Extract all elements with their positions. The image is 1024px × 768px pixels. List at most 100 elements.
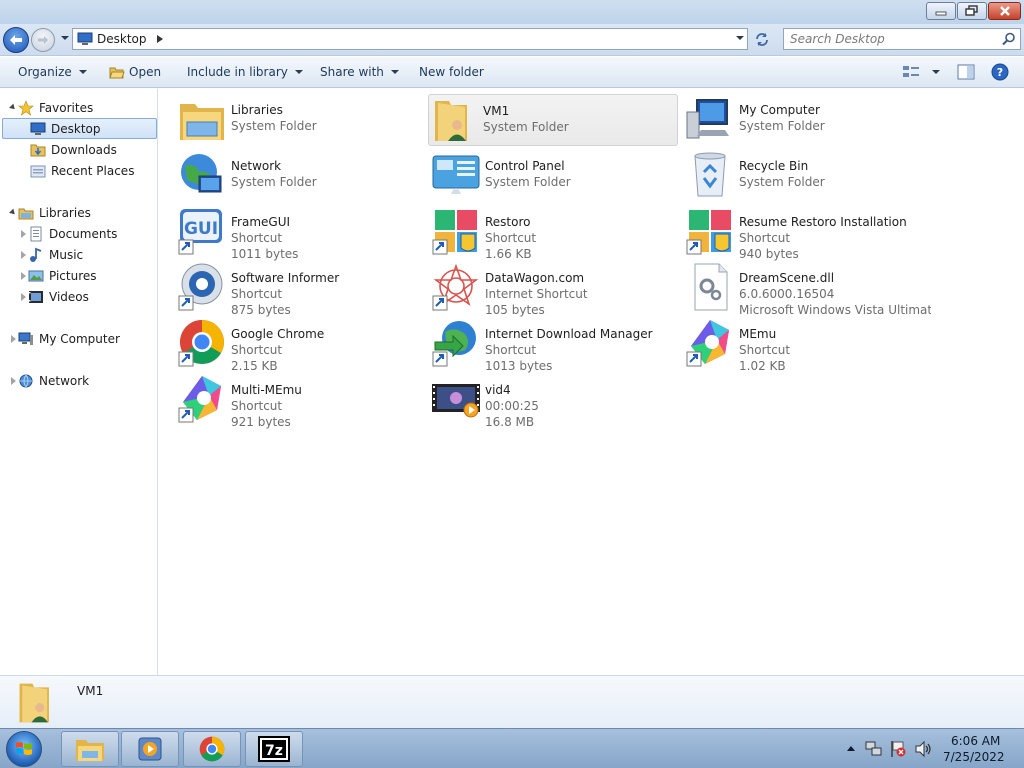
item-dreamscene-dll[interactable]: DreamScene.dll 6.0.6000.16504 Microsoft Wi… (685, 262, 933, 317)
nav-downloads-label: Downloads (51, 142, 117, 157)
expand-arrow-icon[interactable] (18, 229, 28, 238)
expand-arrow-icon[interactable] (8, 376, 18, 385)
nav-libraries[interactable]: Libraries (8, 202, 166, 223)
address-dropdown[interactable] (733, 36, 744, 40)
taskbar-chrome-button[interactable] (183, 731, 241, 767)
nav-favorites[interactable]: Favorites (8, 97, 166, 118)
clock-date[interactable]: 7/25/2022 (943, 750, 1005, 764)
show-hidden-icons-icon[interactable] (846, 744, 856, 752)
item-size: 16.8 MB (485, 415, 535, 429)
new-folder-button[interactable]: New folder (419, 65, 484, 79)
preview-pane-button[interactable] (957, 64, 975, 80)
music-icon (30, 247, 42, 262)
expand-arrow-icon[interactable] (8, 103, 18, 112)
7zip-icon: 7z (258, 736, 290, 762)
item-type: System Folder (485, 175, 571, 189)
breadcrumb-arrow-icon[interactable] (156, 35, 163, 43)
recent-pages-dropdown[interactable] (58, 36, 69, 40)
item-recycle-bin[interactable]: Recycle Bin System Folder (685, 150, 933, 202)
expand-arrow-icon[interactable] (8, 334, 18, 343)
item-vm1[interactable]: VM1 System Folder (428, 94, 678, 146)
svg-text:GUI: GUI (184, 219, 218, 239)
nav-music[interactable]: Music (18, 244, 176, 265)
item-datawagon[interactable]: DataWagon.com Internet Shortcut 105 bytes (431, 262, 679, 317)
nav-my-computer[interactable]: My Computer (8, 328, 166, 349)
dll-icon (694, 263, 728, 311)
item-resume-restoro-installation[interactable]: Resume Restoro Installation Shortcut 940 b… (685, 206, 933, 261)
item-google-chrome[interactable]: Google Chrome Shortcut 2.15 KB (177, 318, 425, 373)
search-box[interactable] (783, 28, 1021, 50)
open-folder-icon (109, 67, 125, 79)
taskbar-media-player-button[interactable] (121, 731, 179, 767)
gui-icon: GUI (178, 209, 222, 255)
computer-icon (686, 99, 729, 139)
details-item-name: VM1 (77, 684, 104, 698)
item-size: 875 bytes (231, 303, 291, 317)
libraries-icon (180, 104, 224, 140)
share-with-button[interactable]: Share with (320, 65, 399, 79)
address-field[interactable]: Desktop (72, 28, 748, 50)
item-size: 921 bytes (231, 415, 291, 429)
start-button[interactable] (6, 731, 42, 767)
navigation-pane: Favorites Desktop Downloads Recent Place… (0, 89, 158, 675)
action-center-flag-icon[interactable] (889, 740, 907, 758)
help-button[interactable]: ? (991, 63, 1009, 81)
change-view-button[interactable] (902, 64, 940, 80)
expand-arrow-icon[interactable] (18, 292, 28, 301)
memu-icon (178, 376, 221, 423)
desktop-icon (77, 32, 93, 45)
item-my-computer[interactable]: My Computer System Folder (685, 94, 933, 146)
command-bar: Organize Open Include in library Share w… (0, 57, 1024, 88)
item-size: 2.15 KB (231, 359, 278, 373)
item-framegui[interactable]: GUI FrameGUI Shortcut 1011 bytes (177, 206, 425, 261)
nav-videos[interactable]: Videos (18, 286, 176, 307)
organize-button[interactable]: Organize (18, 65, 87, 79)
item-multi-memu[interactable]: Multi-MEmu Shortcut 921 bytes (177, 374, 425, 429)
item-name: Control Panel (485, 159, 565, 173)
taskbar-explorer-button[interactable] (61, 731, 119, 767)
item-vid4[interactable]: vid4 00:00:25 16.8 MB (431, 374, 679, 429)
item-memu[interactable]: MEmu Shortcut 1.02 KB (685, 318, 933, 373)
nav-desktop[interactable]: Desktop (2, 118, 157, 139)
item-type: Shortcut (739, 343, 791, 357)
network-status-icon[interactable] (865, 740, 883, 758)
item-software-informer[interactable]: Software Informer Shortcut 875 bytes (177, 262, 425, 317)
item-duration: 00:00:25 (485, 399, 539, 413)
user-folder-icon (435, 101, 467, 141)
expand-arrow-icon[interactable] (8, 208, 18, 217)
refresh-icon (756, 33, 768, 46)
expand-arrow-icon[interactable] (18, 271, 28, 280)
restore-button[interactable] (957, 2, 987, 20)
volume-icon[interactable] (914, 740, 932, 758)
refresh-button[interactable] (752, 29, 772, 49)
item-network[interactable]: Network System Folder (177, 150, 425, 202)
nav-pictures[interactable]: Pictures (18, 265, 176, 286)
minimize-button[interactable] (926, 2, 956, 20)
item-restoro[interactable]: Restoro Shortcut 1.66 KB (431, 206, 679, 261)
back-button[interactable] (3, 27, 29, 53)
search-icon[interactable] (1002, 32, 1016, 46)
item-size: 940 bytes (739, 247, 799, 261)
item-control-panel[interactable]: Control Panel System Folder (431, 150, 679, 202)
restore-icon (965, 5, 978, 16)
taskbar-7zip-button[interactable]: 7z (245, 731, 303, 767)
expand-arrow-icon[interactable] (18, 250, 28, 259)
search-input[interactable] (784, 29, 994, 49)
nav-favorites-label: Favorites (39, 100, 94, 115)
clock-time[interactable]: 6:06 AM (951, 734, 1000, 748)
nav-documents[interactable]: Documents (18, 223, 176, 244)
forward-button[interactable] (31, 28, 55, 52)
restoro-icon (432, 210, 477, 255)
videos-icon (29, 290, 43, 303)
address-location[interactable]: Desktop (97, 32, 147, 46)
item-type: Shortcut (485, 231, 537, 245)
include-in-library-button[interactable]: Include in library (187, 65, 303, 79)
desktop-icon (30, 122, 46, 135)
item-type: System Folder (739, 119, 825, 133)
nav-network[interactable]: Network (8, 370, 166, 391)
close-button[interactable] (988, 2, 1021, 20)
open-button[interactable]: Open (109, 65, 161, 79)
item-size: 1011 bytes (231, 247, 299, 261)
item-internet-download-manager[interactable]: Internet Download Manager Shortcut 1013 by… (431, 318, 679, 373)
item-libraries[interactable]: Libraries System Folder (177, 94, 425, 146)
